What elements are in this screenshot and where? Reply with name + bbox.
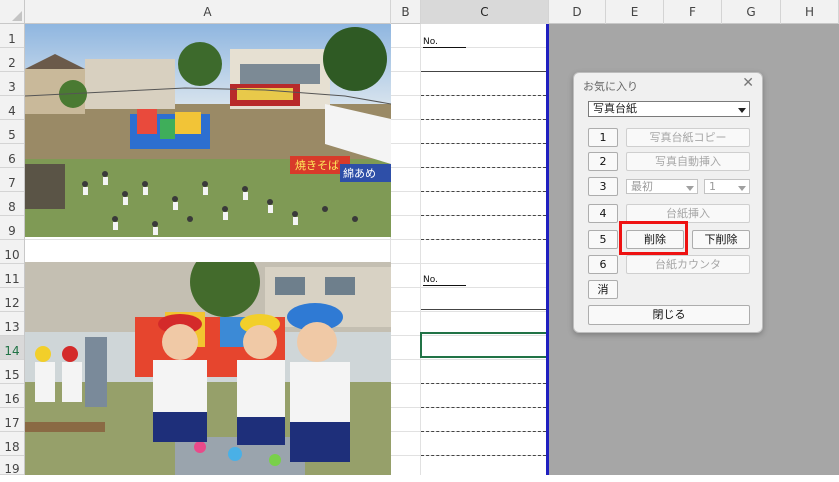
row-header-3[interactable]: 3 [0,72,24,96]
ruled-line [421,431,546,432]
row-header-16[interactable]: 16 [0,384,24,408]
row-header-18[interactable]: 18 [0,432,24,456]
ruled-line [421,455,546,456]
ruled-line [421,239,546,240]
column-header-bar: A B C D E F G H [25,0,839,24]
festival-image: 焼きそば 綿あめ [25,24,391,237]
erase-button[interactable]: 消 [588,280,618,299]
row-header-10[interactable]: 10 [0,240,24,264]
ruled-line [421,95,546,96]
number-button-3[interactable]: 3 [588,177,618,196]
column-header-g[interactable]: G [722,0,781,24]
ruled-line [421,215,546,216]
row-header-9[interactable]: 9 [0,216,24,240]
number-label-bottom: No. [423,275,466,286]
close-button[interactable]: 閉じる [588,305,750,325]
row-header-14[interactable]: 14 [0,336,24,360]
children-image [25,262,391,475]
position-value: 最初 [631,180,653,193]
ruled-line [421,143,546,144]
sheet-type-value: 写真台紙 [593,102,637,115]
close-icon[interactable]: ✕ [742,75,754,91]
row-header-2[interactable]: 2 [0,48,24,72]
column-header-a[interactable]: A [25,0,391,24]
chevron-down-icon[interactable] [735,181,748,192]
row-header-17[interactable]: 17 [0,408,24,432]
photo-festival[interactable]: 焼きそば 綿あめ [25,24,391,237]
row-header-4[interactable]: 4 [0,96,24,120]
column-header-h[interactable]: H [781,0,839,24]
ruled-line [421,167,546,168]
row-header-8[interactable]: 8 [0,192,24,216]
number-button-6[interactable]: 6 [588,255,618,274]
ruled-line [421,383,546,384]
ruled-line [421,309,546,310]
sheet-type-dropdown[interactable]: 写真台紙 [588,101,750,117]
column-header-d[interactable]: D [549,0,606,24]
ruled-line [421,191,546,192]
ruled-line [421,119,546,120]
column-header-f[interactable]: F [664,0,722,24]
row-header-5[interactable]: 5 [0,120,24,144]
select-all-corner[interactable] [0,0,25,24]
chevron-down-icon[interactable] [735,103,748,115]
column-header-c[interactable]: C [421,0,549,24]
row-header-12[interactable]: 12 [0,288,24,312]
banner-yakisoba: 焼きそば [295,159,339,172]
row-header-11[interactable]: 11 [0,264,24,288]
number-button-5[interactable]: 5 [588,230,618,249]
column-header-b[interactable]: B [391,0,421,24]
row-header-6[interactable]: 6 [0,144,24,168]
row-header-15[interactable]: 15 [0,360,24,384]
column-header-e[interactable]: E [606,0,664,24]
photo-children[interactable] [25,262,391,475]
delete-below-button[interactable]: 下削除 [692,230,750,249]
position-select[interactable]: 最初 [626,179,698,194]
chevron-down-icon[interactable] [683,181,696,192]
sheet-counter-button[interactable]: 台紙カウンタ [626,255,750,274]
number-button-2[interactable]: 2 [588,152,618,171]
number-button-4[interactable]: 4 [588,204,618,223]
row-header-19[interactable]: 19 [0,456,24,476]
favorites-dialog: お気に入り ✕ 写真台紙 1 写真台紙コピー 2 写真自動挿入 3 最初 1 4… [573,72,763,333]
banner-wataame: 綿あめ [343,166,376,180]
ruled-line [421,407,546,408]
dialog-title: お気に入り [583,80,638,93]
photo-sheet-copy-button[interactable]: 写真台紙コピー [626,128,750,147]
selected-cell-c14[interactable] [420,332,551,360]
number-label-top: No. [423,37,466,48]
row-header-1[interactable]: 1 [0,24,24,48]
ruled-line [421,71,546,72]
row-header-bar: 1 2 3 4 5 6 7 8 9 10 11 12 13 14 15 16 1… [0,24,25,476]
row-header-13[interactable]: 13 [0,312,24,336]
row-header-7[interactable]: 7 [0,168,24,192]
highlight-box [619,221,688,255]
photo-auto-insert-button[interactable]: 写真自動挿入 [626,152,750,171]
count-value: 1 [709,180,716,193]
count-select[interactable]: 1 [704,179,750,194]
number-button-1[interactable]: 1 [588,128,618,147]
